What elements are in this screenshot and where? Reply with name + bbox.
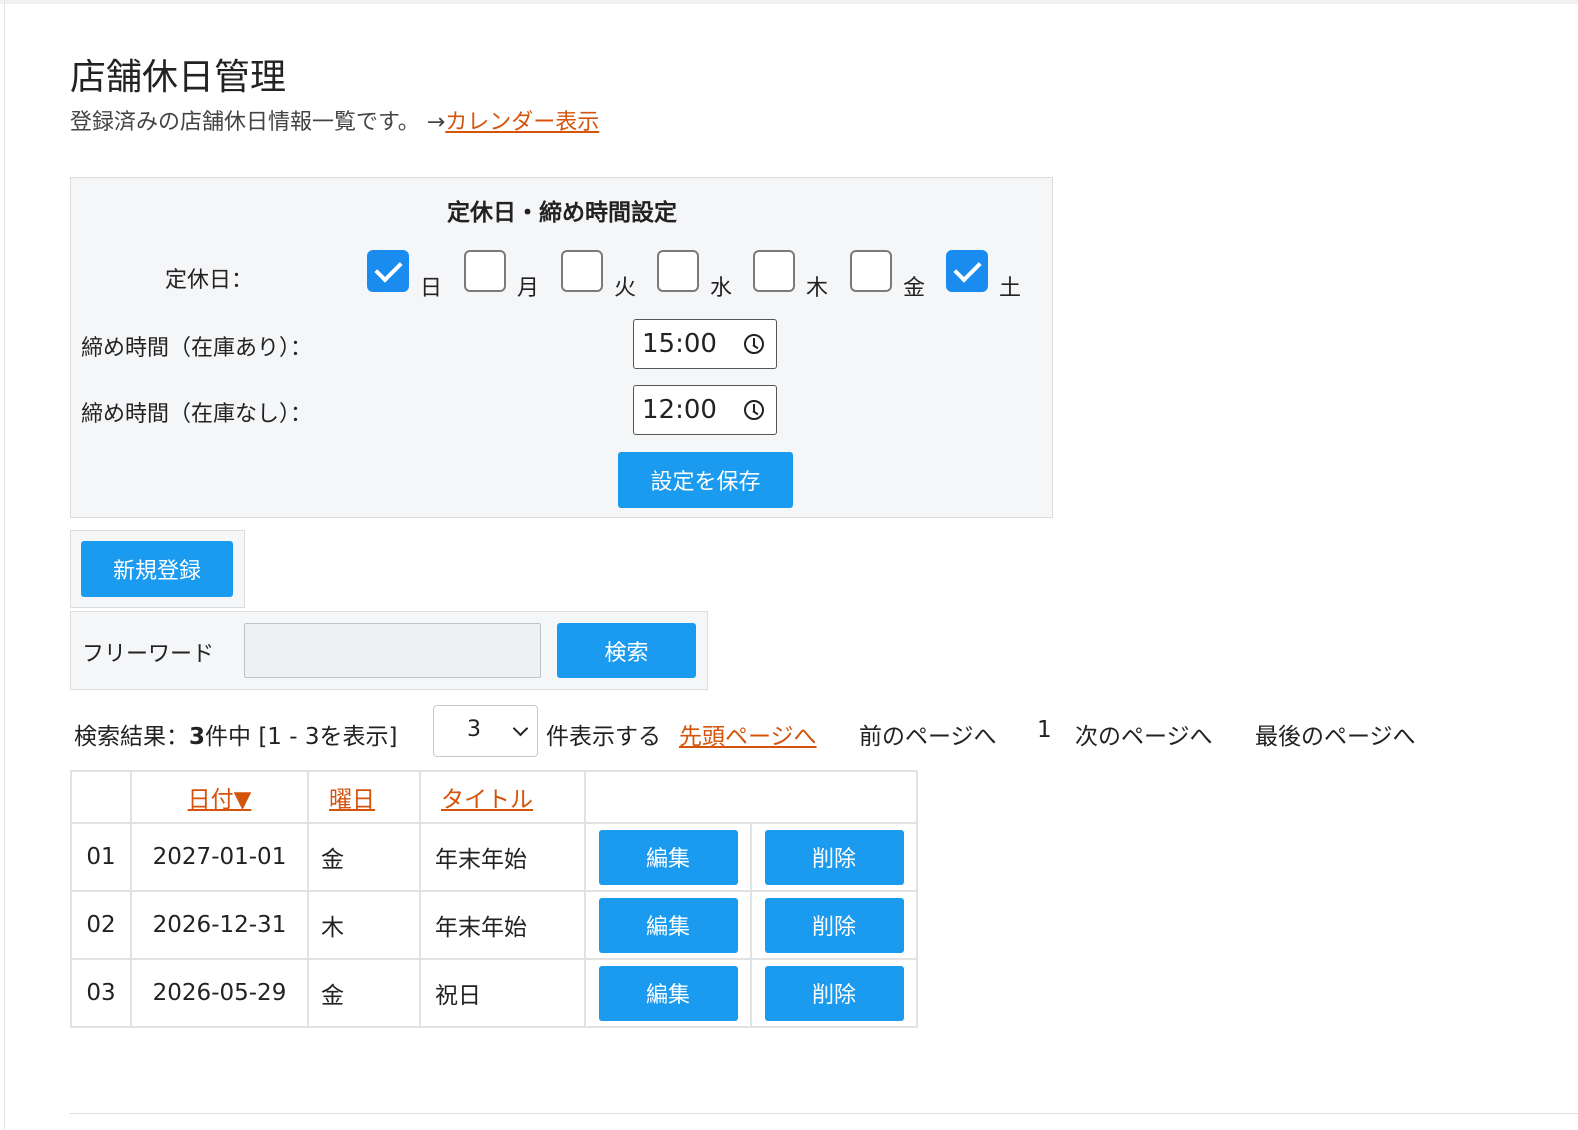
delete-button[interactable]: 削除 [764,897,904,953]
cell-delete: 削除 [750,822,918,892]
result-summary: 検索結果：3件中 [1 - 3を表示] [74,717,397,751]
cutoff-no-stock-value: 12:00 [642,395,717,425]
table-row: 01 2027-01-01 金 年末年始 編集 削除 [70,822,918,892]
cell-no: 01 [70,822,132,892]
cell-delete: 削除 [750,958,918,1028]
subtitle-text: 登録済みの店舗休日情報一覧です。 → [70,110,446,135]
prev-page-link[interactable]: 前のページへ [859,717,997,751]
clock-icon[interactable] [744,400,764,420]
day-label-wed: 水 [710,276,733,301]
calendar-link[interactable]: カレンダー表示 [445,110,599,135]
next-page-link[interactable]: 次のページへ [1075,717,1213,751]
cell-title: 年末年始 [419,822,586,892]
day-label-mon: 月 [517,276,540,301]
day-checkbox-sun[interactable] [367,250,409,292]
free-word-label: フリーワード [82,642,215,667]
page-title: 店舗休日管理 [70,57,287,98]
cell-no: 03 [70,958,132,1028]
search-button[interactable]: 検索 [557,623,696,678]
day-checkbox-mon[interactable] [464,250,506,292]
free-word-input[interactable] [244,623,541,678]
day-label-thu: 木 [806,276,829,301]
cutoff-no-stock-input[interactable]: 12:00 [633,385,777,435]
edit-button[interactable]: 編集 [598,965,738,1021]
save-settings-button[interactable]: 設定を保存 [618,452,793,508]
last-page-link[interactable]: 最後のページへ [1255,717,1416,751]
cell-date: 2026-05-29 [130,958,309,1028]
result-prefix: 検索結果： [74,724,189,750]
table-row: 02 2026-12-31 木 年末年始 編集 削除 [70,890,918,960]
day-checkbox-wed[interactable] [657,250,699,292]
edit-button[interactable]: 編集 [598,829,738,885]
cell-title: 年末年始 [419,890,586,960]
sort-weekday-link[interactable]: 曜日 [329,787,375,813]
delete-button[interactable]: 削除 [764,829,904,885]
cell-no: 02 [70,890,132,960]
header-no [70,770,132,824]
result-suffix: 件中 [1 - 3を表示] [205,724,398,750]
day-label-sun: 日 [420,276,443,301]
top-edge [0,0,1578,4]
cutoff-in-stock-value: 15:00 [642,329,717,359]
bottom-divider [70,1113,1578,1114]
day-checkbox-fri[interactable] [850,250,892,292]
result-total: 3 [189,724,206,750]
cell-edit: 編集 [584,958,752,1028]
sort-date-link[interactable]: 日付▼ [188,787,252,813]
header-actions [584,770,918,824]
day-checkbox-tue[interactable] [561,250,603,292]
delete-button[interactable]: 削除 [764,965,904,1021]
first-page-link[interactable]: 先頭ページへ [679,717,817,751]
per-page-select[interactable]: 3 [433,705,538,757]
cell-weekday: 金 [307,822,421,892]
header-title: タイトル [419,770,586,824]
day-checkbox-thu[interactable] [753,250,795,292]
day-label-sat: 土 [999,276,1022,301]
cell-title: 祝日 [419,958,586,1028]
per-page-value: 3 [467,717,481,742]
edit-button[interactable]: 編集 [598,897,738,953]
cell-weekday: 金 [307,958,421,1028]
day-label-fri: 金 [903,276,926,301]
cutoff-in-stock-label: 締め時間（在庫あり）： [81,336,313,361]
left-edge [4,0,5,1130]
per-page-suffix: 件表示する [546,724,661,750]
page-subtitle: 登録済みの店舗休日情報一覧です。 →カレンダー表示 [70,104,599,136]
current-page: 1 [1037,717,1052,743]
cutoff-in-stock-input[interactable]: 15:00 [633,319,777,369]
cell-edit: 編集 [584,890,752,960]
new-register-button[interactable]: 新規登録 [81,541,233,597]
holiday-table: 日付▼ 曜日 タイトル 01 2027-01-01 金 年末年始 編集 削除 0… [70,770,918,1028]
header-date: 日付▼ [130,770,309,824]
settings-title: 定休日・締め時間設定 [447,200,677,226]
table-row: 03 2026-05-29 金 祝日 編集 削除 [70,958,918,1028]
header-weekday: 曜日 [307,770,421,824]
cell-edit: 編集 [584,822,752,892]
sort-title-link[interactable]: タイトル [441,787,533,813]
cutoff-no-stock-label: 締め時間（在庫なし）： [81,402,313,427]
holiday-label: 定休日： [165,268,254,293]
cell-date: 2026-12-31 [130,890,309,960]
cell-weekday: 木 [307,890,421,960]
day-checkbox-sat[interactable] [946,250,988,292]
clock-icon[interactable] [744,334,764,354]
day-label-tue: 火 [614,276,637,301]
chevron-down-icon [512,720,529,737]
table-header-row: 日付▼ 曜日 タイトル [70,770,918,824]
cell-delete: 削除 [750,890,918,960]
cell-date: 2027-01-01 [130,822,309,892]
